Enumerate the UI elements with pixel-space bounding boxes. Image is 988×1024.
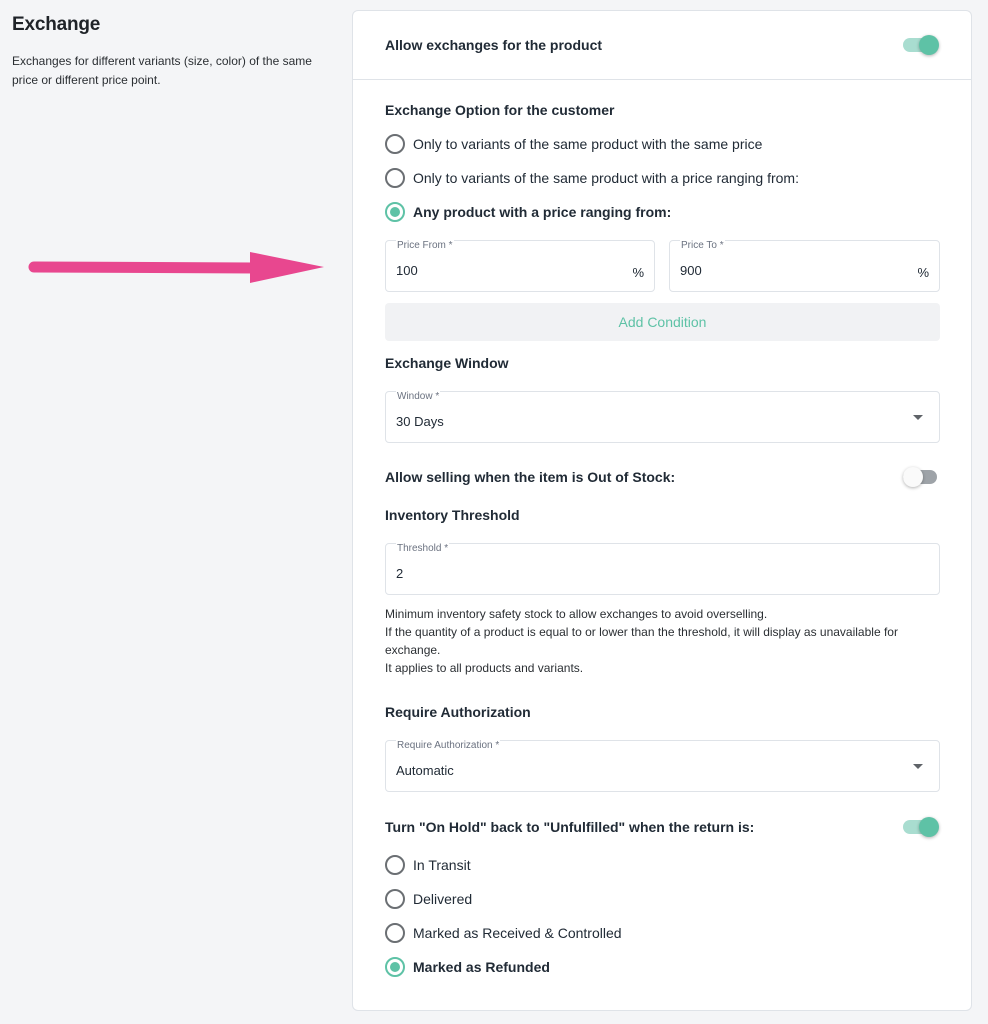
radio-label: Delivered xyxy=(413,891,473,907)
window-value: 30 Days xyxy=(396,414,444,429)
on-hold-label: Turn "On Hold" back to "Unfulfilled" whe… xyxy=(385,819,755,835)
price-to-field[interactable]: Price To * 900 % xyxy=(669,240,940,292)
allow-exchanges-toggle[interactable] xyxy=(903,35,939,55)
exchange-settings-card: Allow exchanges for the product Exchange… xyxy=(352,10,972,1011)
radio-icon[interactable] xyxy=(385,923,405,943)
return-state-refunded[interactable]: Marked as Refunded xyxy=(385,956,550,978)
radio-label: Only to variants of the same product wit… xyxy=(413,170,799,186)
out-of-stock-row: Allow selling when the item is Out of St… xyxy=(385,467,939,487)
allow-exchanges-label: Allow exchanges for the product xyxy=(385,37,603,53)
section-title: Exchange xyxy=(12,14,101,35)
percent-suffix: % xyxy=(917,265,929,280)
radio-icon[interactable] xyxy=(385,134,405,154)
price-to-input[interactable]: 900 xyxy=(680,263,702,278)
window-label: Window * xyxy=(396,391,441,402)
require-authorization-value: Automatic xyxy=(396,763,454,778)
section-intro: Exchange Exchanges for different variant… xyxy=(12,14,332,90)
radio-icon[interactable] xyxy=(385,889,405,909)
return-state-in-transit[interactable]: In Transit xyxy=(385,854,471,876)
on-hold-toggle[interactable] xyxy=(903,817,939,837)
radio-label: Any product with a price ranging from: xyxy=(413,204,672,220)
radio-icon[interactable] xyxy=(385,855,405,875)
window-select[interactable]: Window * 30 Days xyxy=(385,391,940,443)
price-to-label: Price To * xyxy=(680,240,725,251)
exchange-option-same-price[interactable]: Only to variants of the same product wit… xyxy=(385,133,762,155)
return-state-received-controlled[interactable]: Marked as Received & Controlled xyxy=(385,922,622,944)
inventory-threshold-title: Inventory Threshold xyxy=(385,507,520,523)
threshold-field[interactable]: Threshold * 2 xyxy=(385,543,940,595)
radio-icon[interactable] xyxy=(385,168,405,188)
chevron-down-icon[interactable] xyxy=(913,415,923,420)
chevron-down-icon[interactable] xyxy=(913,764,923,769)
on-hold-row: Turn "On Hold" back to "Unfulfilled" whe… xyxy=(385,817,939,837)
add-condition-button[interactable]: Add Condition xyxy=(385,303,940,341)
section-description: Exchanges for different variants (size, … xyxy=(12,54,312,87)
threshold-help-text: Minimum inventory safety stock to allow … xyxy=(385,605,945,677)
radio-checked-icon[interactable] xyxy=(385,202,405,222)
exchange-option-title: Exchange Option for the customer xyxy=(385,102,615,118)
require-authorization-title: Require Authorization xyxy=(385,704,531,720)
radio-label: Marked as Received & Controlled xyxy=(413,925,622,941)
percent-suffix: % xyxy=(632,265,644,280)
radio-checked-icon[interactable] xyxy=(385,957,405,977)
return-state-delivered[interactable]: Delivered xyxy=(385,888,472,910)
exchange-option-any-product-price-range[interactable]: Any product with a price ranging from: xyxy=(385,201,671,223)
help-line: Minimum inventory safety stock to allow … xyxy=(385,607,768,621)
radio-label: Only to variants of the same product wit… xyxy=(413,136,763,152)
out-of-stock-toggle[interactable] xyxy=(903,467,939,487)
allow-exchanges-row: Allow exchanges for the product xyxy=(353,11,971,80)
exchange-option-variant-price-range[interactable]: Only to variants of the same product wit… xyxy=(385,167,799,189)
require-authorization-label: Require Authorization * xyxy=(396,740,501,751)
price-from-field[interactable]: Price From * 100 % xyxy=(385,240,655,292)
pointer-arrow-icon xyxy=(28,252,324,283)
threshold-label: Threshold * xyxy=(396,543,450,554)
require-authorization-select[interactable]: Require Authorization * Automatic xyxy=(385,740,940,792)
radio-label: Marked as Refunded xyxy=(413,959,550,975)
price-from-input[interactable]: 100 xyxy=(396,263,418,278)
help-line: If the quantity of a product is equal to… xyxy=(385,625,898,657)
help-line: It applies to all products and variants. xyxy=(385,661,584,675)
price-from-label: Price From * xyxy=(396,240,454,251)
out-of-stock-label: Allow selling when the item is Out of St… xyxy=(385,469,676,485)
threshold-input[interactable]: 2 xyxy=(396,566,403,581)
exchange-window-title: Exchange Window xyxy=(385,355,509,371)
radio-label: In Transit xyxy=(413,857,471,873)
